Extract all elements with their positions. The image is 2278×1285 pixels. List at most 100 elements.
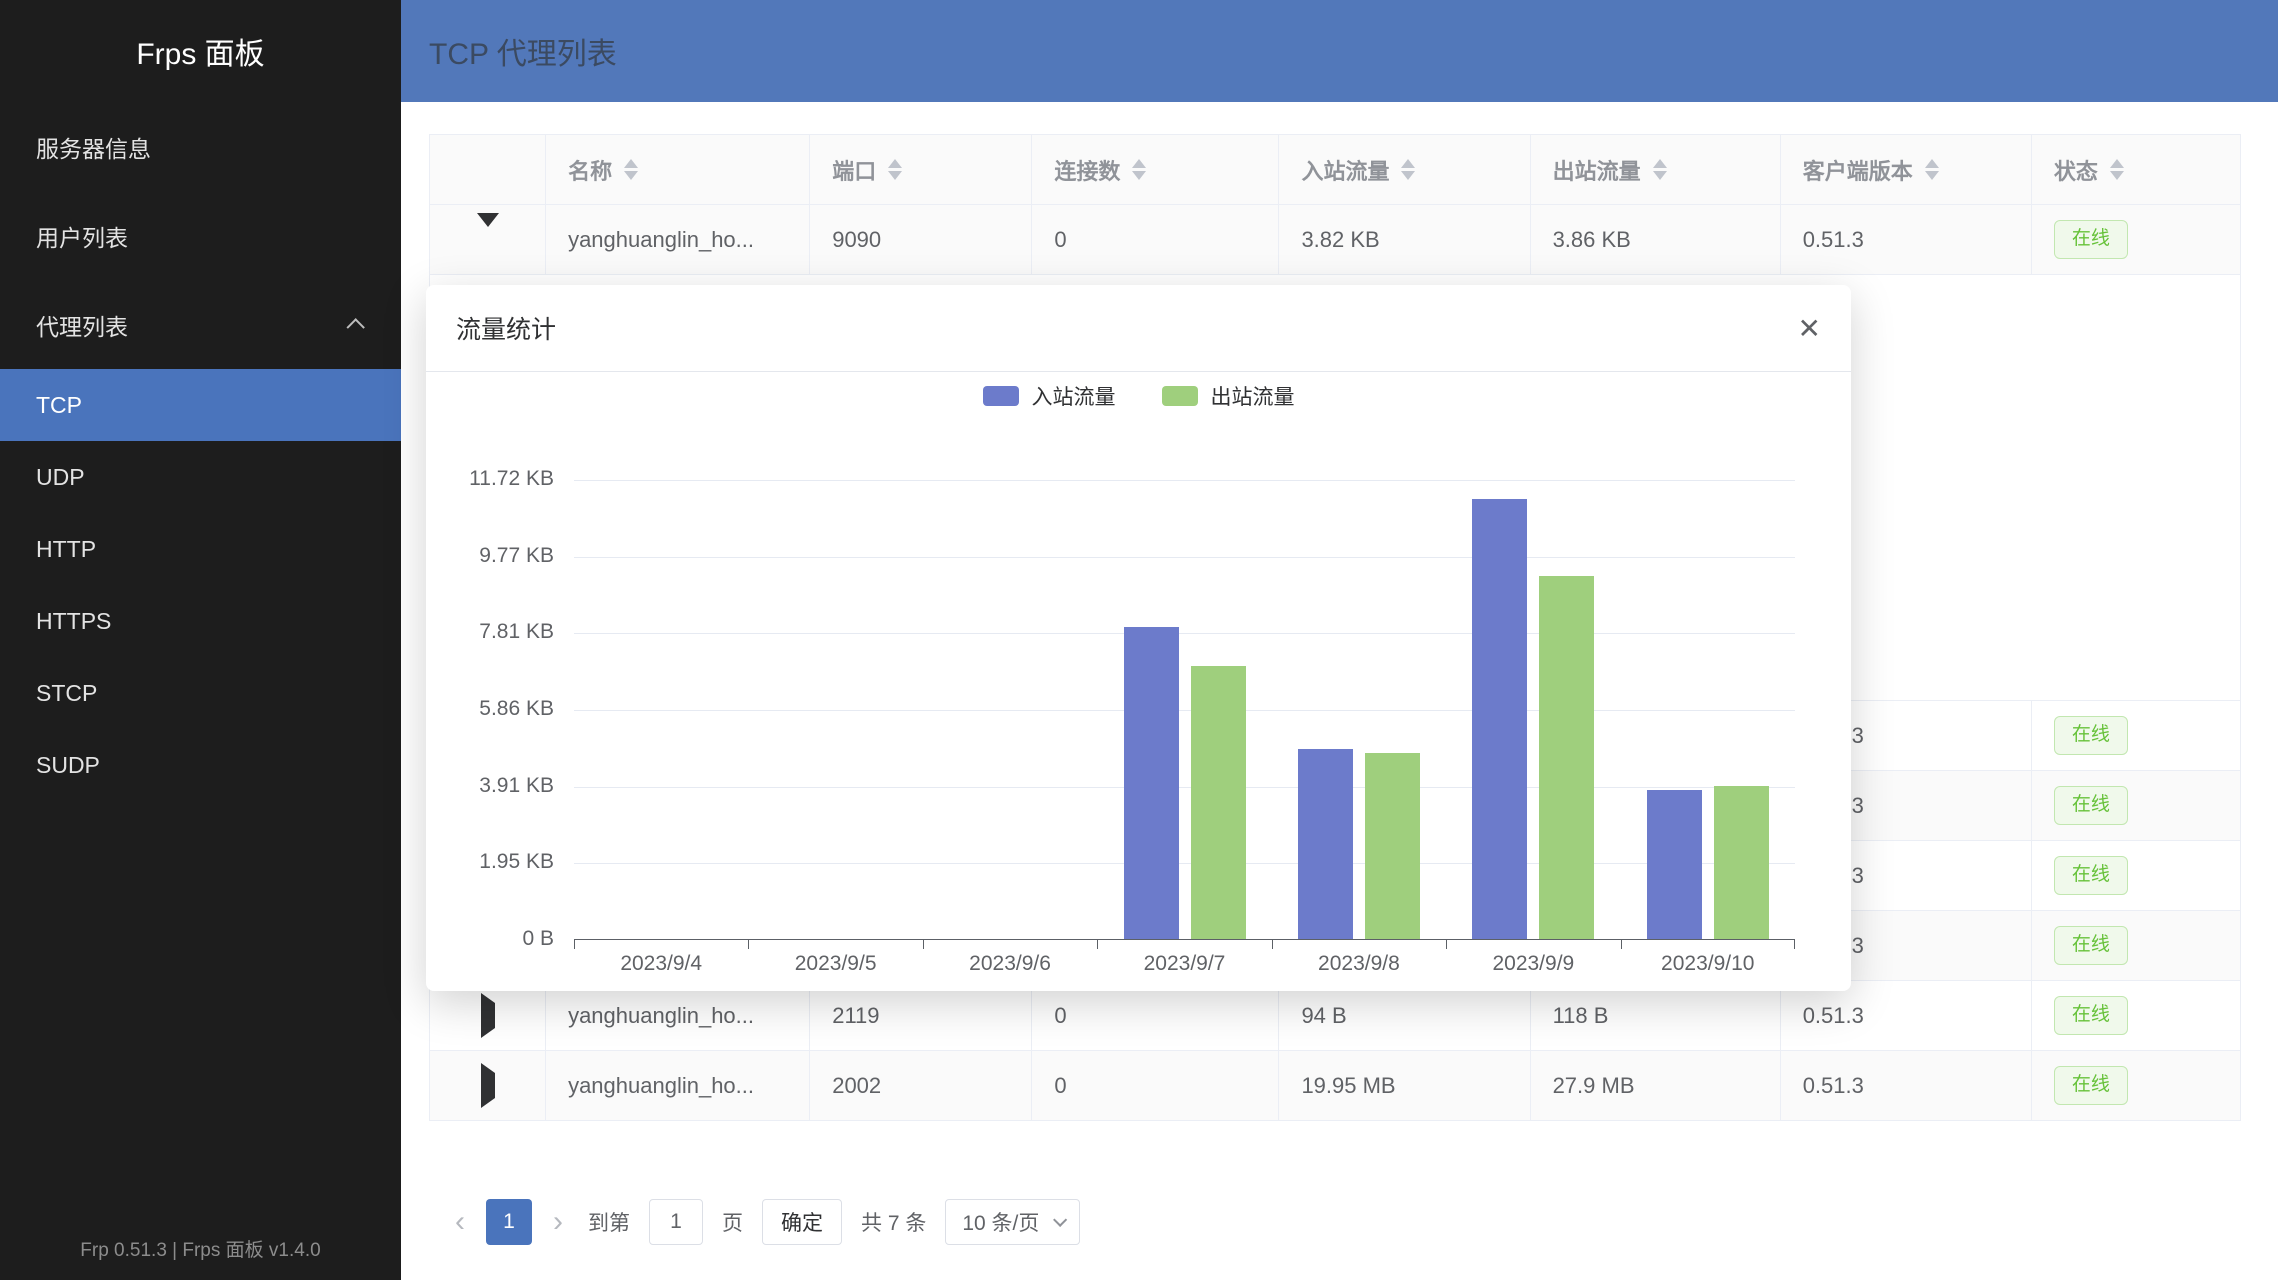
expand-toggle[interactable]	[430, 981, 546, 1051]
sidebar-item-proxy-list[interactable]: 代理列表	[0, 280, 401, 369]
y-axis-label: 5.86 KB	[434, 697, 554, 721]
legend-item-0[interactable]: 入站流量	[983, 381, 1116, 411]
column-header-0[interactable]: 名称	[546, 135, 810, 205]
y-axis-label: 9.77 KB	[434, 544, 554, 568]
next-page-icon[interactable]: ›	[547, 1207, 569, 1237]
sidebar-subitem-label: HTTPS	[36, 608, 111, 635]
sort-caret-icon	[1925, 159, 1939, 180]
sidebar-item-udp[interactable]: UDP	[0, 441, 401, 513]
gridline	[574, 633, 1795, 634]
cell-connections: 0	[1032, 981, 1279, 1051]
sort-caret-down-icon	[888, 171, 902, 180]
column-header-label: 端口	[832, 154, 876, 186]
sort-caret-down-icon	[1653, 171, 1667, 180]
bar-inbound	[1472, 499, 1527, 939]
page-header: TCP 代理列表	[401, 0, 2278, 102]
page-title: TCP 代理列表	[429, 29, 617, 73]
cell-port: 9090	[810, 205, 1032, 275]
x-axis-label: 2023/9/5	[748, 952, 922, 976]
x-axis-tick	[574, 940, 575, 949]
expand-toggle[interactable]	[430, 205, 546, 275]
sort-caret-down-icon	[624, 171, 638, 180]
column-header-label: 名称	[568, 154, 612, 186]
bar-inbound	[1124, 627, 1179, 939]
y-axis-label: 7.81 KB	[434, 620, 554, 644]
column-header-2[interactable]: 连接数	[1032, 135, 1279, 205]
column-header-1[interactable]: 端口	[810, 135, 1032, 205]
cell-status: 在线	[2031, 841, 2240, 911]
gridline	[574, 787, 1795, 788]
sidebar-item-tcp[interactable]: TCP	[0, 369, 401, 441]
x-axis-label: 2023/9/6	[923, 952, 1097, 976]
sidebar-item-user-list[interactable]: 用户列表	[0, 191, 401, 280]
cell-connections: 0	[1032, 1051, 1279, 1121]
status-badge: 在线	[2054, 716, 2128, 755]
bar-outbound	[1539, 576, 1594, 939]
expand-arrow-icon	[481, 993, 495, 1038]
x-axis-label: 2023/9/9	[1446, 952, 1620, 976]
legend-swatch-icon	[983, 386, 1019, 406]
column-header-5[interactable]: 客户端版本	[1780, 135, 2031, 205]
cell-name: yanghuanglin_ho...	[546, 981, 810, 1051]
cell-status: 在线	[2031, 981, 2240, 1051]
sidebar-item-http[interactable]: HTTP	[0, 513, 401, 585]
sort-caret-down-icon	[1401, 171, 1415, 180]
legend-item-1[interactable]: 出站流量	[1162, 381, 1295, 411]
bar-outbound	[1365, 753, 1420, 939]
cell-name: yanghuanglin_ho...	[546, 1051, 810, 1121]
sort-caret-icon	[1653, 159, 1667, 180]
page-unit-label: 页	[722, 1207, 743, 1237]
column-header-3[interactable]: 入站流量	[1279, 135, 1530, 205]
cell-connections: 0	[1032, 205, 1279, 275]
column-header-4[interactable]: 出站流量	[1530, 135, 1780, 205]
sidebar-item-https[interactable]: HTTPS	[0, 585, 401, 657]
app-title: Frps 面板	[0, 0, 401, 102]
sidebar-item-label: 代理列表	[36, 308, 128, 342]
sidebar-menu: 服务器信息用户列表代理列表 TCPUDPHTTP HTTPS STCP SUDP	[0, 102, 401, 801]
goto-page-input[interactable]	[649, 1199, 703, 1245]
x-axis-tick	[1272, 940, 1273, 949]
version-footer: Frp 0.51.3 | Frps 面板 v1.4.0	[0, 1235, 401, 1262]
sort-caret-up-icon	[1925, 159, 1939, 168]
sidebar-item-label: 服务器信息	[36, 130, 151, 164]
traffic-stats-modal: 流量统计 ✕ 入站流量 出站流量 2023/9/42023/9/52023/9/6…	[426, 285, 1851, 991]
column-header-label: 状态	[2054, 154, 2098, 186]
legend-label: 入站流量	[1032, 381, 1116, 411]
status-badge: 在线	[2054, 996, 2128, 1035]
y-axis-label: 1.95 KB	[434, 850, 554, 874]
cell-status: 在线	[2031, 701, 2240, 771]
legend-label: 出站流量	[1211, 381, 1295, 411]
cell-version: 0.51.3	[1780, 1051, 2031, 1121]
sort-caret-down-icon	[2110, 171, 2124, 180]
sort-caret-icon	[2110, 159, 2124, 180]
column-header-6[interactable]: 状态	[2031, 135, 2240, 205]
sidebar-item-stcp[interactable]: STCP	[0, 657, 401, 729]
x-axis-label: 2023/9/4	[574, 952, 748, 976]
sort-caret-up-icon	[888, 159, 902, 168]
sort-caret-down-icon	[1132, 171, 1146, 180]
sidebar-item-sudp[interactable]: SUDP	[0, 729, 401, 801]
prev-page-icon[interactable]: ‹	[449, 1207, 471, 1237]
confirm-button[interactable]: 确定	[762, 1199, 842, 1245]
status-badge: 在线	[2054, 856, 2128, 895]
sort-caret-down-icon	[1925, 171, 1939, 180]
page-size-select[interactable]: 10 条/页	[945, 1199, 1080, 1245]
modal-header: 流量统计 ✕	[426, 285, 1851, 372]
close-icon[interactable]: ✕	[1798, 312, 1821, 345]
cell-status: 在线	[2031, 1051, 2240, 1121]
page-1-button[interactable]: 1	[486, 1199, 532, 1245]
sort-caret-up-icon	[624, 159, 638, 168]
cell-port: 2119	[810, 981, 1032, 1051]
status-badge: 在线	[2054, 926, 2128, 965]
sidebar-subitem-label: SUDP	[36, 752, 100, 779]
cell-status: 在线	[2031, 771, 2240, 841]
expand-toggle[interactable]	[430, 1051, 546, 1121]
x-axis-label: 2023/9/10	[1621, 952, 1795, 976]
sort-caret-icon	[1132, 159, 1146, 180]
sidebar-item-server-info[interactable]: 服务器信息	[0, 102, 401, 191]
goto-label: 到第	[588, 1207, 630, 1237]
sort-caret-up-icon	[2110, 159, 2124, 168]
gridline	[574, 863, 1795, 864]
x-axis-label: 2023/9/8	[1272, 952, 1446, 976]
sort-caret-up-icon	[1653, 159, 1667, 168]
